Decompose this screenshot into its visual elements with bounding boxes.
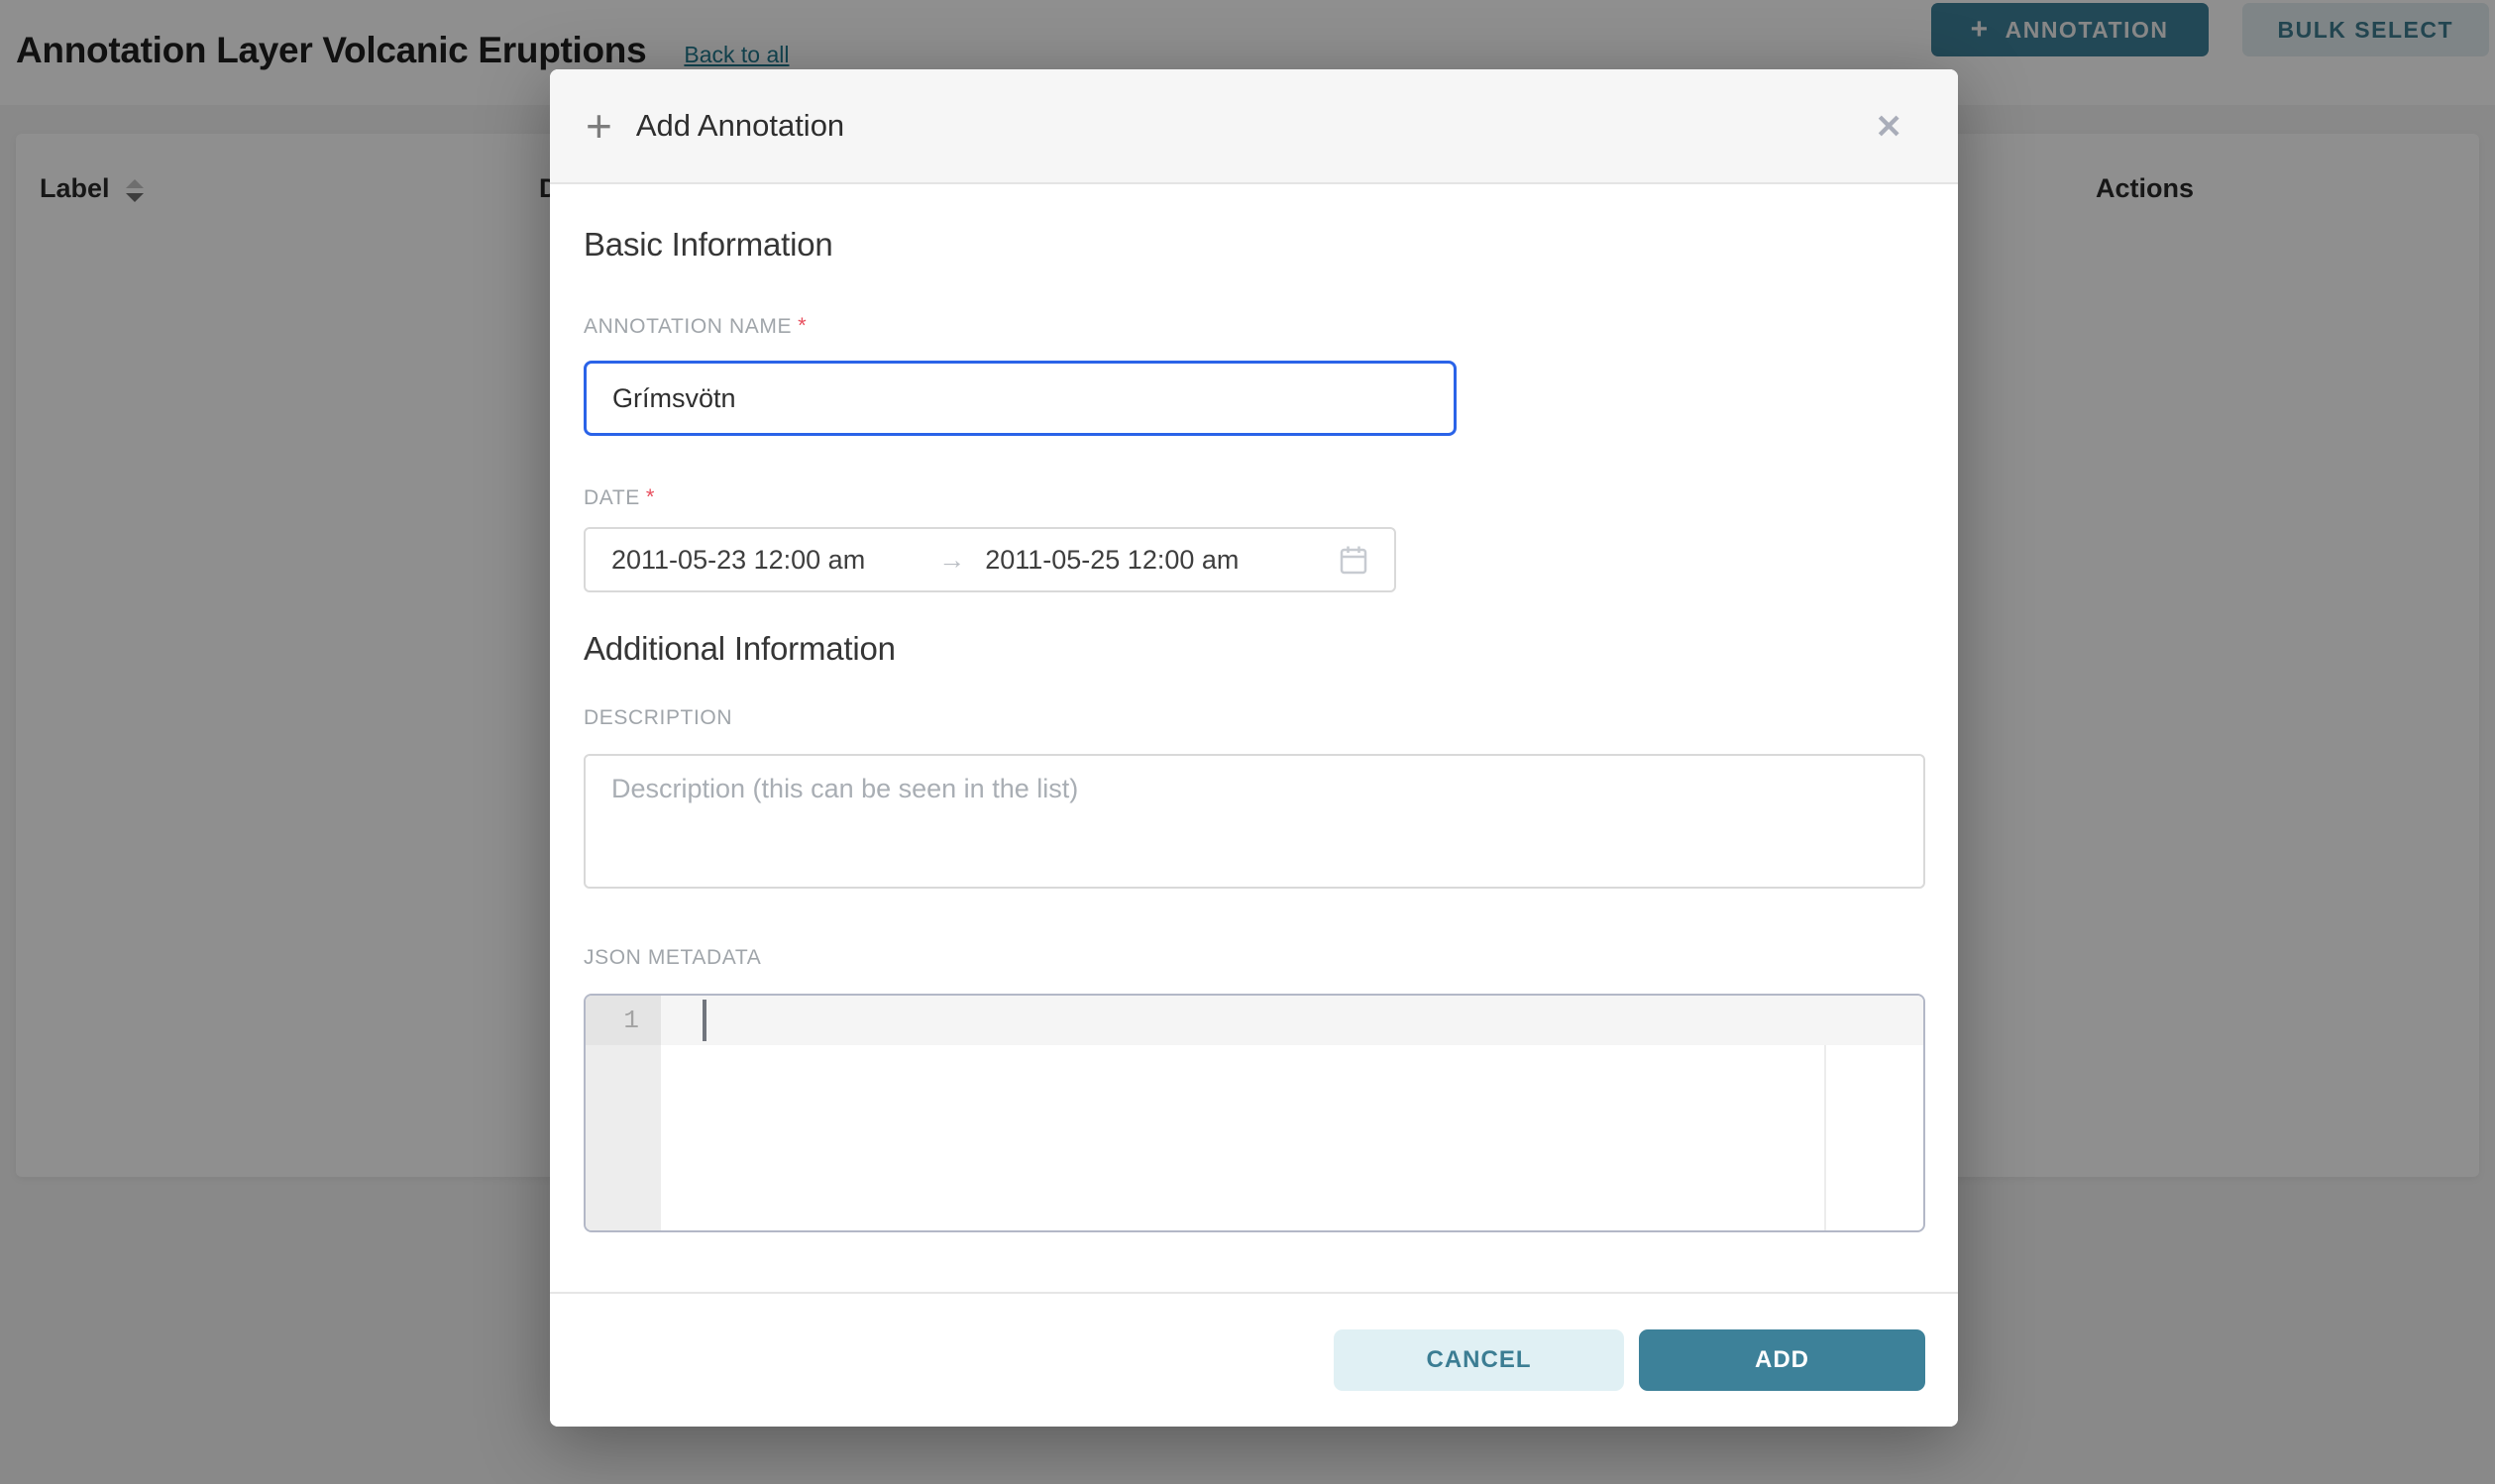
required-asterisk: * — [646, 484, 655, 509]
modal-body: Basic Information ANNOTATION NAME * DATE *… — [550, 184, 1958, 1292]
required-asterisk: * — [798, 313, 807, 338]
modal-header: + Add Annotation ✕ — [550, 69, 1958, 184]
annotation-name-label-text: ANNOTATION NAME — [584, 315, 792, 338]
basic-information-heading: Basic Information — [584, 226, 1925, 264]
editor-active-line — [661, 996, 1923, 1045]
editor-gutter: 1 — [586, 996, 661, 1230]
annotation-name-input[interactable] — [584, 361, 1457, 436]
date-range-picker[interactable]: 2011-05-23 12:00 am → 2011-05-25 12:00 a… — [584, 527, 1396, 592]
close-icon[interactable]: ✕ — [1875, 110, 1902, 143]
cancel-button[interactable]: CANCEL — [1334, 1329, 1624, 1391]
date-end-value: 2011-05-25 12:00 am — [985, 545, 1239, 576]
calendar-icon — [1339, 544, 1368, 576]
plus-icon: + — [586, 103, 612, 149]
arrow-right-icon: → — [938, 545, 965, 576]
editor-line-number: 1 — [586, 996, 661, 1045]
additional-information-heading: Additional Information — [584, 630, 1925, 668]
description-label: DESCRIPTION — [584, 705, 1925, 731]
add-annotation-modal: + Add Annotation ✕ Basic Information ANN… — [550, 69, 1958, 1427]
date-label-text: DATE — [584, 486, 640, 509]
add-button[interactable]: ADD — [1639, 1329, 1925, 1391]
editor-print-margin — [1824, 1045, 1826, 1230]
modal-footer: CANCEL ADD — [550, 1292, 1958, 1427]
modal-title: Add Annotation — [636, 108, 844, 144]
json-metadata-editor[interactable]: 1 — [584, 994, 1925, 1232]
date-start-value: 2011-05-23 12:00 am — [611, 545, 865, 576]
date-label: DATE * — [584, 484, 1925, 511]
json-metadata-label: JSON METADATA — [584, 945, 1925, 971]
annotation-name-label: ANNOTATION NAME * — [584, 313, 1925, 340]
description-textarea[interactable] — [584, 754, 1925, 889]
editor-cursor — [703, 1000, 706, 1041]
